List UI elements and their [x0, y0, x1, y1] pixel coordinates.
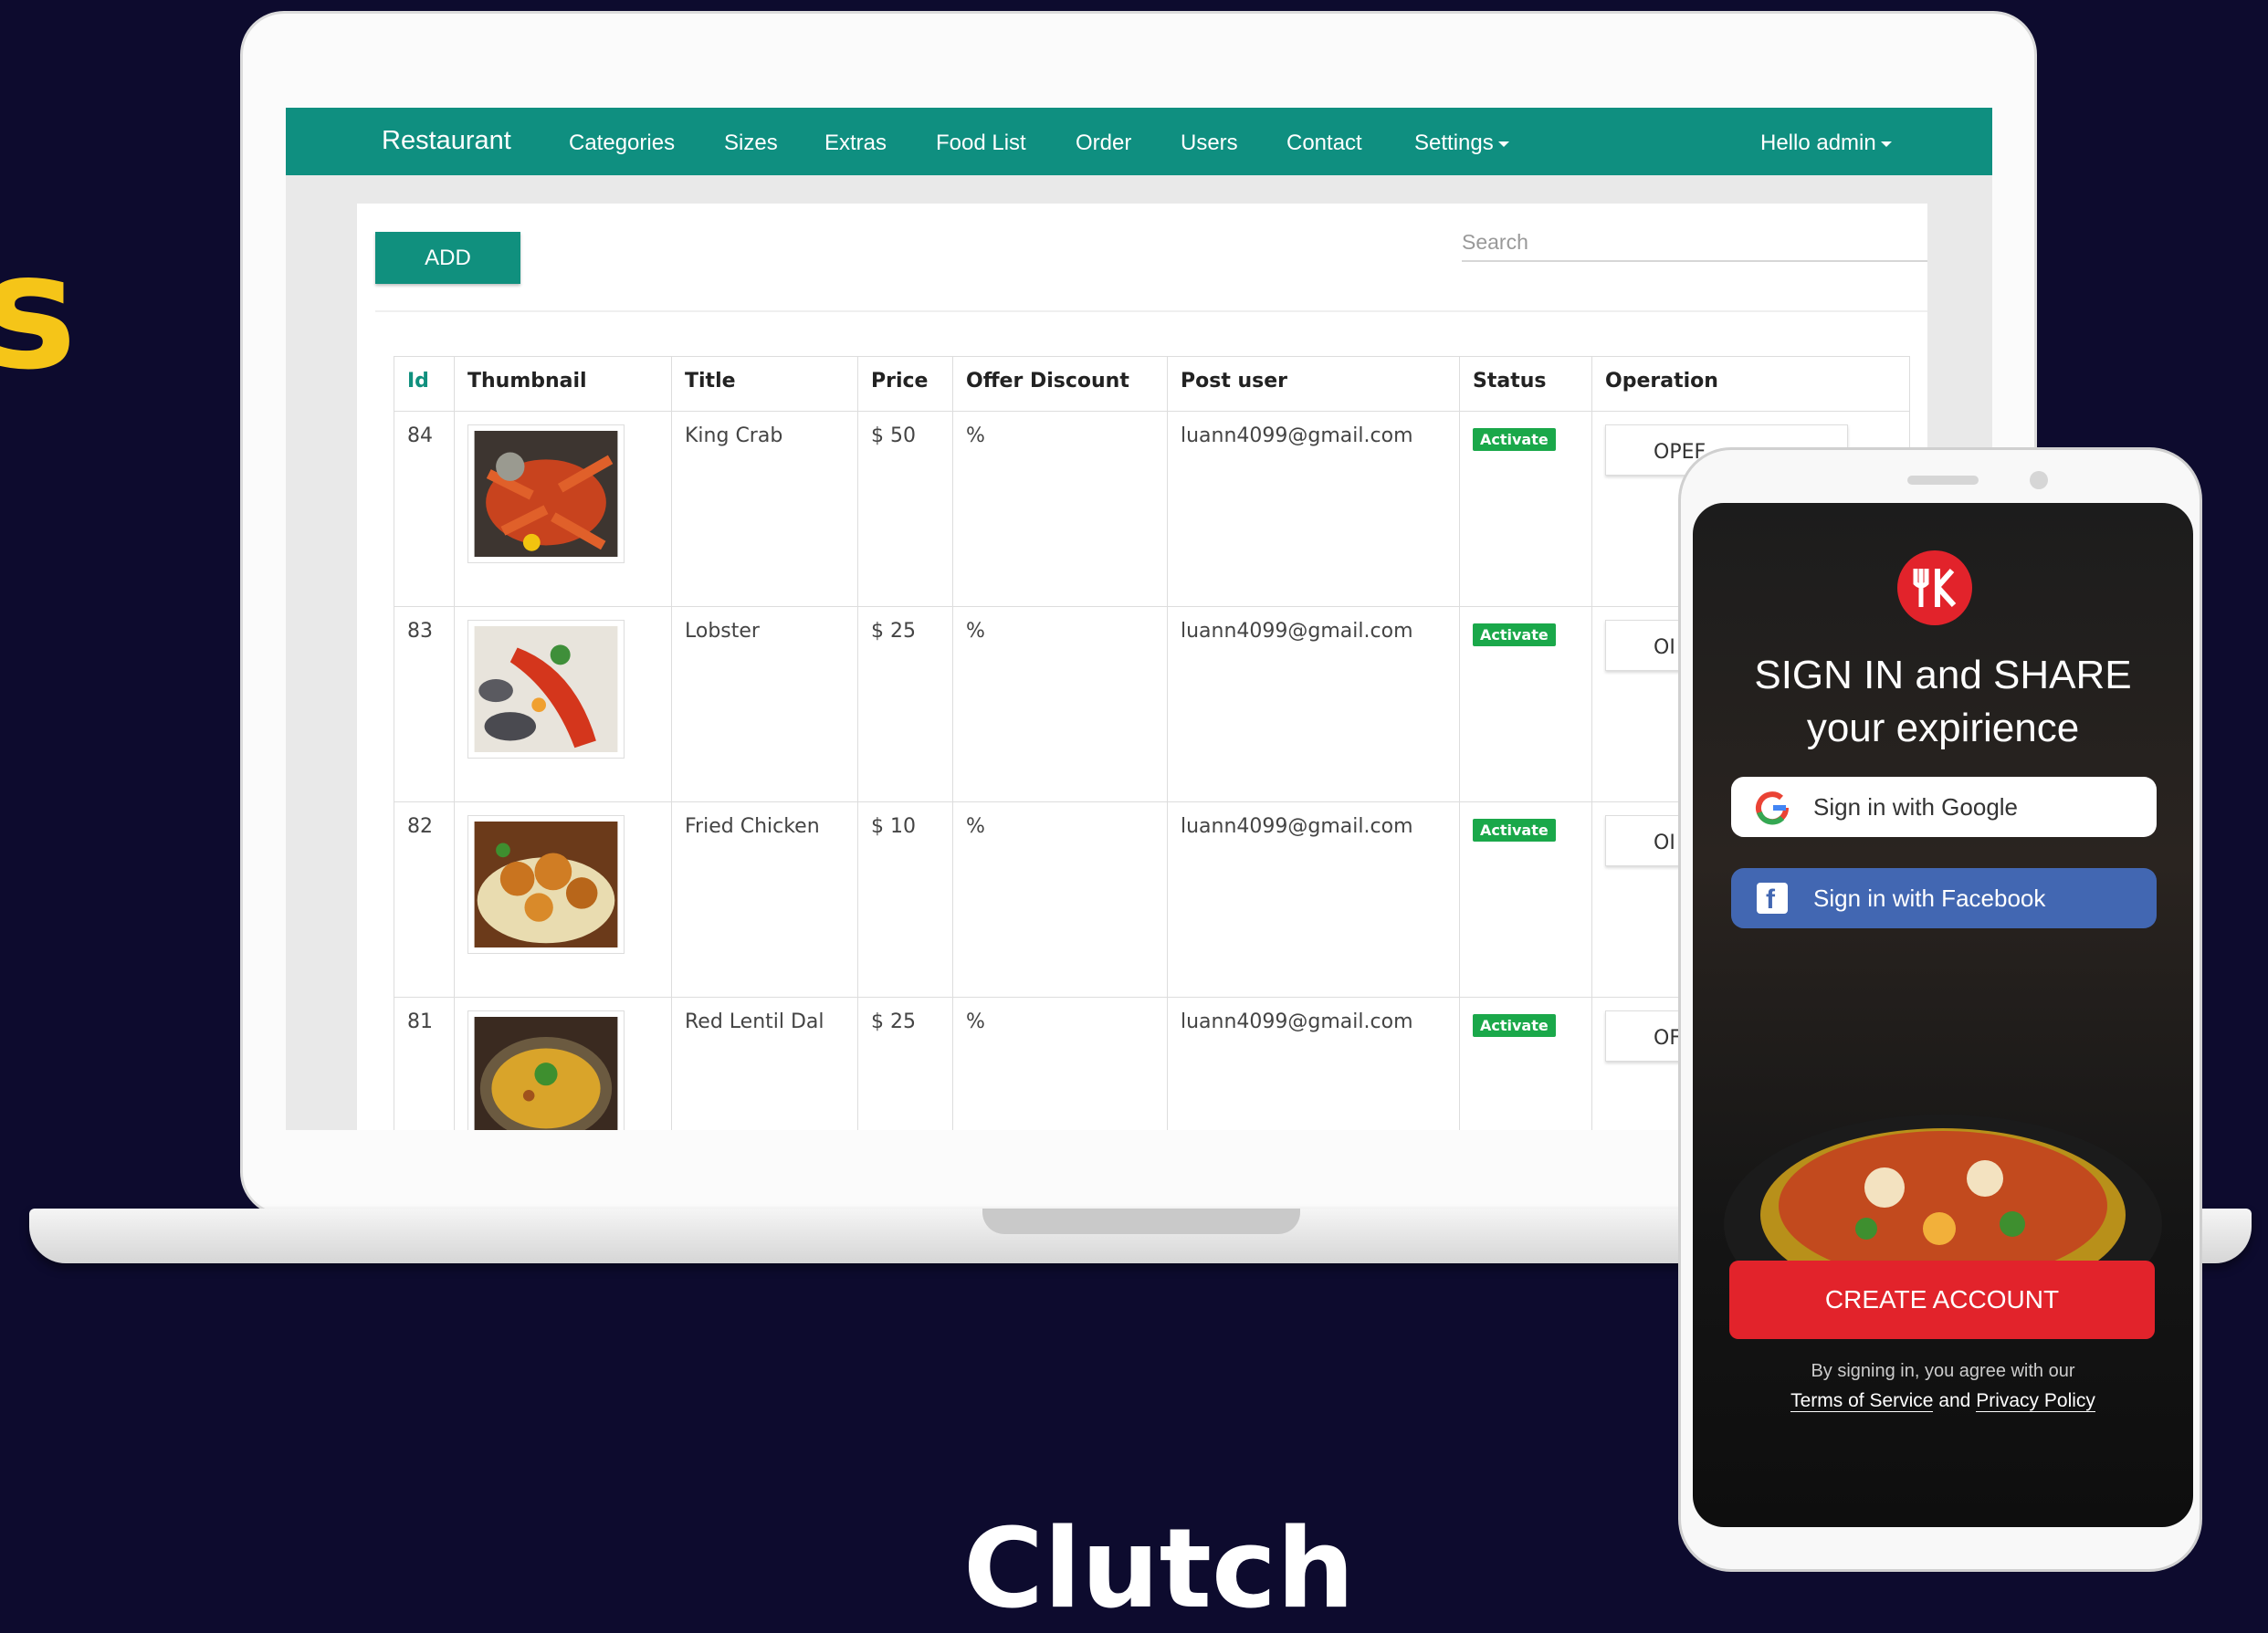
- cell-status: Activate: [1459, 997, 1592, 1130]
- nav-item-extras[interactable]: Extras: [824, 131, 887, 156]
- table-header-row: Id Thumbnail Title Price Offer Discount …: [394, 356, 1910, 412]
- facebook-icon: f: [1757, 883, 1788, 915]
- facebook-signin-button[interactable]: f Sign in with Facebook: [1731, 868, 2157, 928]
- fried-chicken-image: [474, 822, 618, 947]
- thumbnail-frame: [467, 1010, 625, 1130]
- nav-item-food-list[interactable]: Food List: [936, 131, 1026, 156]
- caret-down-icon: [1880, 141, 1892, 147]
- cell-post-user: luann4099@gmail.com: [1167, 801, 1460, 998]
- user-menu-label: Hello admin: [1760, 131, 1876, 155]
- laptop-notch: [982, 1209, 1300, 1234]
- user-menu[interactable]: Hello admin: [1760, 131, 1892, 156]
- footer-brand-text: Clutch: [963, 1506, 1355, 1633]
- cell-post-user: luann4099@gmail.com: [1167, 411, 1460, 607]
- cell-discount: %: [952, 606, 1168, 802]
- column-header-status: Status: [1459, 356, 1592, 412]
- cell-id: 81: [394, 997, 455, 1130]
- privacy-policy-link[interactable]: Privacy Policy: [1976, 1390, 2095, 1412]
- cell-post-user: luann4099@gmail.com: [1167, 997, 1460, 1130]
- cell-discount: %: [952, 997, 1168, 1130]
- nav-item-contact[interactable]: Contact: [1286, 131, 1362, 156]
- cell-price: $ 50: [857, 411, 953, 607]
- cell-status: Activate: [1459, 606, 1592, 802]
- nav-item-sizes[interactable]: Sizes: [724, 131, 778, 156]
- nav-item-users[interactable]: Users: [1181, 131, 1238, 156]
- cell-thumbnail: [454, 411, 672, 607]
- cell-id: 83: [394, 606, 455, 802]
- search-input[interactable]: [1462, 224, 1927, 262]
- add-button[interactable]: ADD: [375, 232, 520, 284]
- cell-discount: %: [952, 411, 1168, 607]
- column-header-post-user: Post user: [1167, 356, 1460, 412]
- status-badge[interactable]: Activate: [1473, 623, 1556, 646]
- column-header-offer-discount: Offer Discount: [952, 356, 1168, 412]
- cell-title: Red Lentil Dal: [671, 997, 858, 1130]
- cell-post-user: luann4099@gmail.com: [1167, 606, 1460, 802]
- cell-price: $ 25: [857, 606, 953, 802]
- signin-title-line2: your expirience: [1806, 706, 2080, 750]
- terms-and-text: and: [1938, 1390, 1971, 1411]
- terms-of-service-link[interactable]: Terms of Service: [1790, 1390, 1934, 1412]
- thumbnail-frame: [467, 815, 625, 954]
- top-navbar: Restaurant Categories Sizes Extras Food …: [286, 108, 1992, 175]
- cell-status: Activate: [1459, 801, 1592, 998]
- nav-item-categories[interactable]: Categories: [569, 131, 675, 156]
- phone-camera: [2030, 471, 2048, 489]
- cell-price: $ 10: [857, 801, 953, 998]
- nav-item-settings-label: Settings: [1414, 131, 1494, 155]
- caret-down-icon: [1497, 141, 1509, 147]
- google-signin-label: Sign in with Google: [1813, 793, 2019, 821]
- cell-thumbnail: [454, 997, 672, 1130]
- phone-speaker: [1907, 476, 1979, 485]
- cell-thumbnail: [454, 801, 672, 998]
- king-crab-image: [474, 431, 618, 557]
- column-header-price: Price: [857, 356, 953, 412]
- signin-title: SIGN IN and SHARE your expirience: [1693, 649, 2193, 755]
- background-big-letter: s: [0, 220, 78, 405]
- restaurant-logo-icon: [1897, 550, 1972, 625]
- mobile-signin-screen: SIGN IN and SHARE your expirience Sign i…: [1693, 503, 2193, 1527]
- agree-text: By signing in, you agree with our: [1811, 1361, 2075, 1381]
- red-lentil-dal-image: [474, 1017, 618, 1130]
- cell-thumbnail: [454, 606, 672, 802]
- thumbnail-frame: [467, 424, 625, 563]
- cell-title: Lobster: [671, 606, 858, 802]
- column-header-id[interactable]: Id: [394, 356, 455, 412]
- cell-title: King Crab: [671, 411, 858, 607]
- cell-id: 82: [394, 801, 455, 998]
- lobster-image: [474, 626, 618, 752]
- status-badge[interactable]: Activate: [1473, 819, 1556, 842]
- nav-item-order[interactable]: Order: [1076, 131, 1131, 156]
- signin-title-line1: SIGN IN and SHARE: [1754, 653, 2132, 697]
- thumbnail-frame: [467, 620, 625, 759]
- cell-status: Activate: [1459, 411, 1592, 607]
- column-header-title: Title: [671, 356, 858, 412]
- cell-id: 84: [394, 411, 455, 607]
- create-account-button[interactable]: CREATE ACCOUNT: [1729, 1261, 2155, 1339]
- status-badge[interactable]: Activate: [1473, 428, 1556, 451]
- terms-line: Terms of Service and Privacy Policy: [1693, 1390, 2193, 1412]
- cell-discount: %: [952, 801, 1168, 998]
- nav-item-settings[interactable]: Settings: [1414, 131, 1509, 156]
- status-badge[interactable]: Activate: [1473, 1014, 1556, 1037]
- facebook-signin-label: Sign in with Facebook: [1813, 885, 2046, 912]
- cell-price: $ 25: [857, 997, 953, 1130]
- divider: [375, 310, 1927, 312]
- google-signin-button[interactable]: Sign in with Google: [1731, 777, 2157, 837]
- column-header-operation: Operation: [1591, 356, 1910, 412]
- nav-brand[interactable]: Restaurant: [382, 126, 511, 156]
- cell-title: Fried Chicken: [671, 801, 858, 998]
- column-header-thumbnail: Thumbnail: [454, 356, 672, 412]
- google-icon: [1756, 791, 1790, 825]
